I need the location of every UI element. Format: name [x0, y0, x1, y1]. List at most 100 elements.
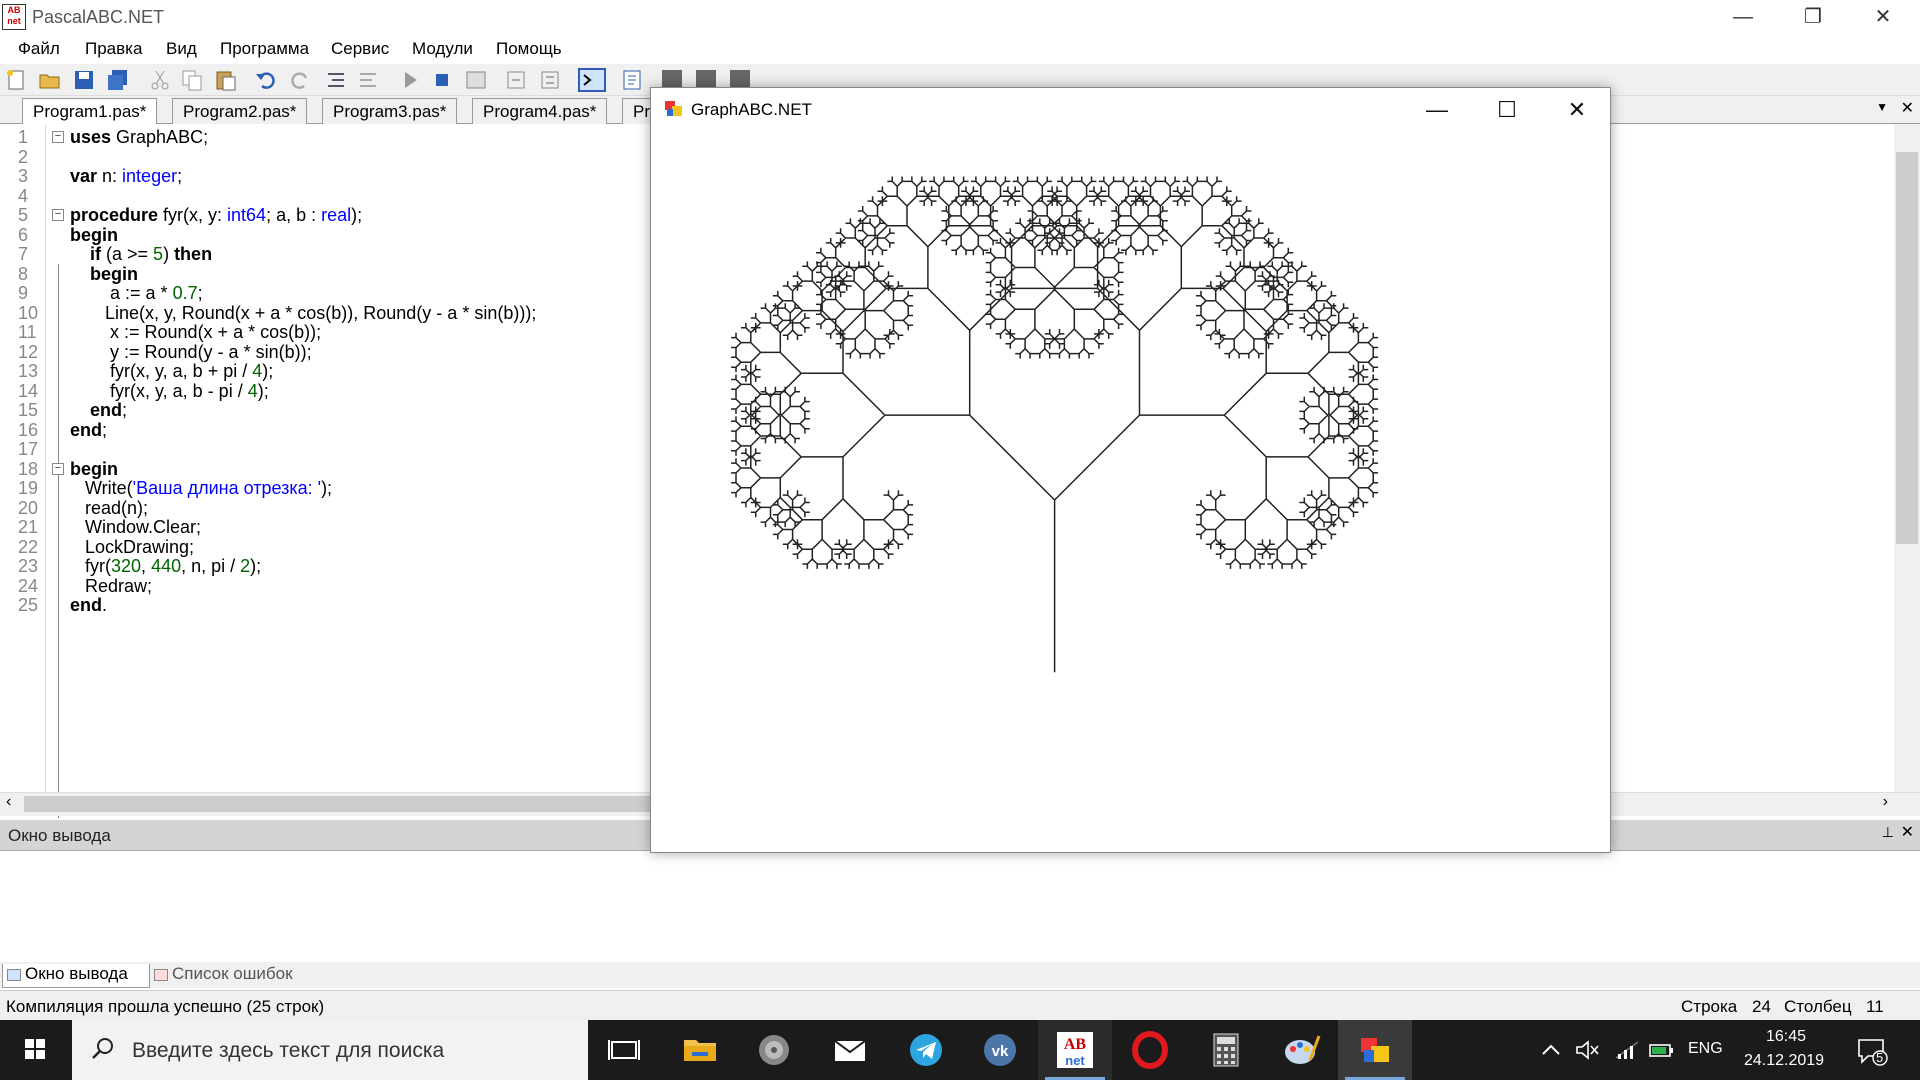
- tab-program4[interactable]: Program4.pas*: [472, 98, 608, 124]
- step-into-icon[interactable]: [504, 68, 528, 92]
- format-code-icon[interactable]: [620, 68, 644, 92]
- code-line[interactable]: end;: [70, 400, 127, 421]
- paint-icon[interactable]: [1282, 1030, 1322, 1070]
- taskbar-search[interactable]: Введите здесь текст для поиска: [72, 1020, 588, 1080]
- menu-help[interactable]: Помощь: [496, 39, 562, 59]
- close-button[interactable]: ✕: [1850, 0, 1916, 36]
- code-line[interactable]: end.: [70, 595, 107, 616]
- copy-icon[interactable]: [180, 68, 204, 92]
- code-line[interactable]: begin: [70, 264, 138, 285]
- stop-icon[interactable]: [430, 68, 454, 92]
- chevron-up-icon[interactable]: [1540, 1040, 1562, 1060]
- telegram-icon[interactable]: [906, 1030, 946, 1070]
- graphabc-taskbar-button[interactable]: [1338, 1020, 1412, 1080]
- graphabc-window[interactable]: GraphABC.NET — ☐ ✕: [650, 87, 1611, 853]
- menu-service[interactable]: Сервис: [331, 39, 389, 59]
- compile-icon[interactable]: [464, 68, 488, 92]
- save-icon[interactable]: [72, 68, 96, 92]
- compile-status: Компиляция прошла успешно (25 строк): [6, 997, 325, 1016]
- code-line[interactable]: fyr(x, y, a, b - pi / 4);: [70, 381, 269, 402]
- vk-icon[interactable]: vk: [980, 1030, 1020, 1070]
- code-token: 0.7: [172, 283, 198, 303]
- media-player-icon[interactable]: [754, 1030, 794, 1070]
- windows-start-icon[interactable]: [0, 1020, 70, 1080]
- code-line[interactable]: a := a * 0.7;: [70, 283, 203, 304]
- fractal-tree-canvas: [731, 176, 1379, 673]
- code-line[interactable]: Write('Ваша длина отрезка: ');: [70, 478, 332, 499]
- menu-edit[interactable]: Правка: [85, 39, 142, 59]
- fold-toggle-icon[interactable]: −: [52, 131, 64, 143]
- tab-output-window[interactable]: Окно вывода: [2, 964, 150, 988]
- indent-icon[interactable]: [324, 68, 348, 92]
- tab-program1[interactable]: Program1.pas*: [22, 98, 158, 124]
- code-line[interactable]: procedure fyr(x, y: int64; a, b : real);: [70, 205, 362, 226]
- new-file-icon[interactable]: [4, 68, 28, 92]
- code-line[interactable]: fyr(x, y, a, b + pi / 4);: [70, 361, 273, 382]
- graphabc-minimize-button[interactable]: —: [1417, 92, 1457, 128]
- graphabc-title-bar[interactable]: GraphABC.NET — ☐ ✕: [651, 88, 1610, 132]
- code-line[interactable]: fyr(320, 440, n, pi / 2);: [70, 556, 261, 577]
- fold-toggle-icon[interactable]: −: [52, 209, 64, 221]
- volume-muted-icon[interactable]: [1574, 1038, 1600, 1062]
- undo-icon[interactable]: [254, 68, 278, 92]
- redo-icon[interactable]: [288, 68, 312, 92]
- fold-toggle-icon[interactable]: −: [52, 462, 64, 475]
- task-view-icon[interactable]: [604, 1030, 644, 1070]
- menu-view[interactable]: Вид: [166, 39, 197, 59]
- paste-icon[interactable]: [214, 68, 238, 92]
- cut-icon[interactable]: [148, 68, 172, 92]
- menu-program[interactable]: Программа: [220, 39, 309, 59]
- restore-button[interactable]: ❐: [1780, 0, 1846, 36]
- save-all-icon[interactable]: [106, 68, 130, 92]
- open-folder-icon[interactable]: [38, 68, 62, 92]
- step-over-icon[interactable]: [538, 68, 562, 92]
- network-icon[interactable]: [1614, 1038, 1640, 1062]
- opera-icon[interactable]: [1130, 1030, 1170, 1070]
- language-indicator[interactable]: ENG: [1688, 1040, 1723, 1058]
- code-token: ; a, b :: [266, 205, 322, 225]
- pin-icon[interactable]: ⊥: [1882, 824, 1894, 841]
- line-number: 6: [18, 224, 29, 245]
- code-line[interactable]: Line(x, y, Round(x + a * cos(b)), Round(…: [70, 303, 536, 324]
- code-line[interactable]: begin: [70, 459, 118, 480]
- clock-date[interactable]: 24.12.2019: [1744, 1052, 1824, 1070]
- code-line[interactable]: if (a >= 5) then: [70, 244, 212, 265]
- scroll-left-icon[interactable]: ‹: [6, 793, 11, 811]
- menu-file[interactable]: Файл: [18, 39, 60, 59]
- vertical-scroll-thumb[interactable]: [1896, 152, 1918, 544]
- code-line[interactable]: Redraw;: [70, 576, 152, 597]
- code-line[interactable]: begin: [70, 225, 118, 246]
- mail-icon[interactable]: [830, 1030, 870, 1070]
- tab-close-icon[interactable]: ✕: [1901, 98, 1914, 118]
- code-line[interactable]: x := Round(x + a * cos(b));: [70, 322, 321, 343]
- code-line[interactable]: read(n);: [70, 498, 148, 519]
- code-line[interactable]: end;: [70, 420, 107, 441]
- run-icon[interactable]: [398, 68, 422, 92]
- scroll-right-icon[interactable]: ›: [1883, 793, 1888, 811]
- file-explorer-icon[interactable]: [680, 1030, 720, 1070]
- output-text-area[interactable]: [0, 850, 1920, 962]
- minimize-button[interactable]: —: [1710, 0, 1776, 36]
- code-line[interactable]: var n: integer;: [70, 166, 182, 187]
- pascalabc-taskbar-button[interactable]: AB net: [1038, 1020, 1112, 1080]
- output-window-icon[interactable]: [578, 68, 606, 92]
- graphabc-maximize-button[interactable]: ☐: [1487, 92, 1527, 128]
- tab-program2[interactable]: Program2.pas*: [172, 98, 308, 124]
- close-panel-icon[interactable]: ✕: [1901, 822, 1914, 842]
- battery-icon[interactable]: [1648, 1038, 1676, 1062]
- code-line[interactable]: LockDrawing;: [70, 537, 194, 558]
- code-line[interactable]: y := Round(y - a * sin(b));: [70, 342, 312, 363]
- code-token: );: [262, 361, 274, 381]
- calculator-icon[interactable]: [1206, 1030, 1246, 1070]
- code-line[interactable]: Window.Clear;: [70, 517, 201, 538]
- tab-program3[interactable]: Program3.pas*: [322, 98, 458, 124]
- menu-modules[interactable]: Модули: [412, 39, 473, 59]
- code-line[interactable]: uses GraphABC;: [70, 127, 208, 148]
- unindent-icon[interactable]: [356, 68, 380, 92]
- code-token: read(n);: [70, 497, 149, 518]
- clock-time[interactable]: 16:45: [1766, 1028, 1806, 1046]
- tabs-dropdown-icon[interactable]: ▼: [1876, 100, 1888, 114]
- line-number: 2: [18, 146, 29, 167]
- graphabc-close-button[interactable]: ✕: [1557, 92, 1597, 128]
- tab-error-list[interactable]: Список ошибок: [150, 964, 318, 988]
